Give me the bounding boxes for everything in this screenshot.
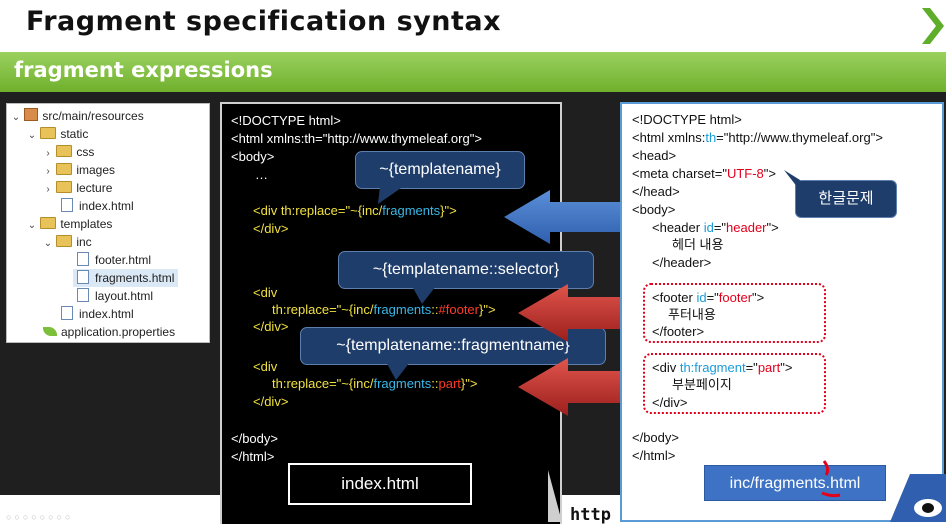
code-line-replace-3: th:replace="~{inc/fragments::part}">: [272, 376, 478, 391]
code-line: 푸터내용: [668, 307, 716, 322]
callout-pointer-icon: [386, 362, 410, 380]
tree-item-fragments-html[interactable]: fragments.html: [73, 269, 179, 287]
tree-item-templates[interactable]: ⌄ templates: [27, 215, 112, 233]
folder-icon: [56, 181, 73, 193]
code-line-replace-2: th:replace="~{inc/fragments::#footer}">: [272, 302, 496, 317]
html-file-icon: [77, 288, 89, 302]
korean-encoding-note: 한글문제: [795, 180, 897, 218]
code-line: <!DOCTYPE html>: [632, 112, 742, 127]
code-line: </div>: [253, 221, 289, 236]
folder-icon: [40, 217, 57, 229]
tree-item-lecture[interactable]: › lecture: [43, 179, 112, 197]
html-file-icon: [77, 252, 89, 266]
html-file-icon: [77, 270, 89, 284]
slide-title: Fragment specification syntax: [26, 6, 502, 37]
tree-item-layout-html[interactable]: layout.html: [77, 287, 153, 305]
code-line: </header>: [652, 255, 712, 270]
code-line: 부분페이지: [672, 377, 732, 392]
callout-templatename: ~{templatename}: [355, 151, 525, 189]
blue-arrow-icon: [504, 190, 632, 244]
code-line: <head>: [632, 148, 677, 163]
properties-file-icon: [43, 327, 57, 336]
fragments-html-label: inc/fragments.html: [704, 465, 886, 501]
code-line: <header id="header">: [652, 220, 779, 235]
project-explorer-tree: ⌄ src/main/resources ⌄ static › css › im…: [6, 103, 210, 343]
tree-item-footer-html[interactable]: footer.html: [77, 251, 151, 269]
callout-pointer-icon: [412, 286, 436, 304]
tree-item-static-index-html[interactable]: index.html: [61, 197, 134, 215]
code-line: </div>: [253, 394, 289, 409]
code-line: <body>: [231, 149, 275, 164]
code-line: <meta charset="UTF-8">: [632, 166, 777, 181]
code-line: <!DOCTYPE html>: [231, 113, 341, 128]
code-line: <div th:fragment="part">: [652, 360, 793, 375]
package-folder-icon: [24, 108, 39, 121]
code-line: <html xmlns:th="http://www.thymeleaf.org…: [231, 131, 482, 146]
code-line: </div>: [652, 395, 688, 410]
tree-item-css[interactable]: › css: [43, 143, 94, 161]
callout-pointer-icon: [378, 186, 404, 204]
expanded-chevron-icon[interactable]: ⌄: [43, 235, 53, 253]
tree-item-application-properties[interactable]: application.properties: [43, 323, 175, 341]
folder-icon: [40, 127, 57, 139]
note-pointer-icon: [784, 170, 800, 188]
expanded-chevron-icon[interactable]: ⌄: [27, 217, 37, 235]
code-line: </html>: [231, 449, 275, 464]
code-line: </body>: [231, 431, 278, 446]
tree-item-static[interactable]: ⌄ static: [27, 125, 88, 143]
html-file-icon: [61, 306, 73, 320]
folder-icon: [56, 235, 73, 247]
presenter-logo-icon: [890, 474, 946, 522]
red-pen-mark-icon: [821, 460, 841, 498]
collapsed-chevron-icon[interactable]: ›: [43, 181, 53, 199]
index-html-label: index.html: [288, 463, 472, 505]
code-line: <div: [253, 359, 278, 374]
slide-subtitle: fragment expressions: [14, 58, 273, 82]
code-line: <div: [253, 285, 278, 300]
tree-item-templates-index-html[interactable]: index.html: [61, 305, 134, 323]
code-line-replace-1: <div th:replace="~{inc/fragments}">: [253, 203, 457, 218]
folder-icon: [56, 145, 73, 157]
code-line: …: [255, 167, 268, 182]
html-file-icon: [61, 198, 73, 212]
tree-item-src-main-resources[interactable]: ⌄ src/main/resources: [11, 107, 144, 125]
slide-nav-dots: ○○○○○○○○: [6, 512, 74, 522]
page-fold-corner: [548, 470, 562, 522]
next-chevron-icon: [922, 8, 944, 44]
code-line: </html>: [632, 448, 676, 463]
code-line: </footer>: [652, 324, 705, 339]
code-line: 헤더 내용: [672, 237, 724, 252]
tree-item-images[interactable]: › images: [43, 161, 115, 179]
expanded-chevron-icon[interactable]: ⌄: [27, 127, 37, 145]
tree-item-inc[interactable]: ⌄ inc: [43, 233, 92, 251]
code-line: </body>: [632, 430, 679, 445]
code-line: <html xmlns:th="http://www.thymeleaf.org…: [632, 130, 883, 145]
folder-icon: [56, 163, 73, 175]
code-line: <footer id="footer">: [652, 290, 765, 305]
code-line: <body>: [632, 202, 676, 217]
code-line: </div>: [253, 319, 289, 334]
expanded-chevron-icon[interactable]: ⌄: [11, 109, 21, 127]
url-fragment-text: http: [570, 505, 611, 525]
code-line: </head>: [632, 184, 680, 199]
